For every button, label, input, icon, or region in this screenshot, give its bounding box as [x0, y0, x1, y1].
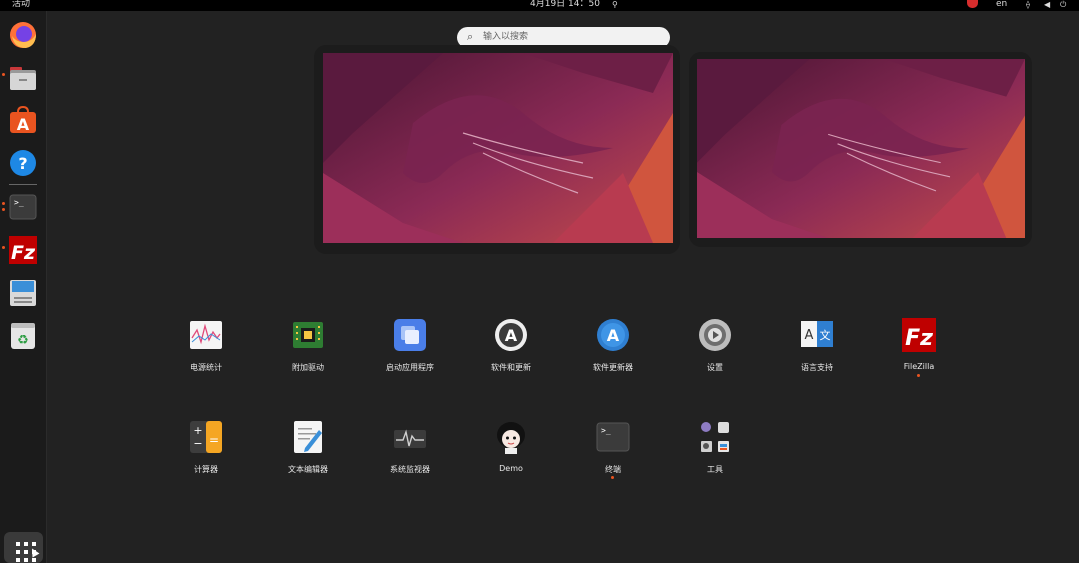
- wallpaper-thumbnail: [697, 59, 1025, 238]
- svg-text:>_: >_: [601, 426, 611, 435]
- software-updater-icon: A: [596, 318, 630, 352]
- app-label: 计算器: [194, 465, 218, 474]
- app-filezilla[interactable]: Fz FileZilla: [874, 318, 964, 388]
- svg-text:文: 文: [820, 328, 831, 342]
- app-label: 设置: [707, 363, 723, 372]
- running-indicator: [611, 476, 614, 479]
- running-indicator: [2, 246, 5, 249]
- app-system-monitor[interactable]: 系统监视器: [365, 420, 455, 490]
- app-text-editor[interactable]: 文本编辑器: [263, 420, 353, 490]
- power-statistics-icon: [189, 318, 223, 352]
- network-icon[interactable]: ⟠: [1026, 0, 1030, 9]
- save-disk-icon[interactable]: [8, 278, 38, 308]
- text-editor-icon: [291, 420, 325, 454]
- terminal-icon[interactable]: >_: [8, 192, 38, 222]
- app-label: 附加驱动: [292, 363, 324, 372]
- app-additional-drivers[interactable]: 附加驱动: [263, 318, 353, 388]
- app-utilities-folder[interactable]: 工具: [670, 420, 760, 490]
- svg-text:Fz: Fz: [905, 326, 933, 351]
- app-label: 软件和更新: [491, 363, 531, 372]
- top-bar: 活动 4月19日 14：50 ⚲ en ⟠ ◀ ⏻: [0, 0, 1079, 11]
- volume-icon[interactable]: ◀: [1044, 0, 1050, 9]
- app-label: 启动应用程序: [386, 363, 434, 372]
- svg-text:−: −: [193, 437, 202, 450]
- input-language-indicator[interactable]: en: [996, 0, 1007, 9]
- running-indicator: [2, 208, 5, 211]
- app-label: 工具: [707, 465, 723, 474]
- demo-avatar-icon: [494, 420, 528, 454]
- help-icon[interactable]: ?: [8, 148, 38, 178]
- system-monitor-icon: [393, 420, 427, 454]
- running-indicator: [2, 202, 5, 205]
- running-indicator: [2, 73, 5, 76]
- trash-icon[interactable]: ♻: [8, 321, 38, 351]
- calculator-icon: + − =: [189, 420, 223, 454]
- software-updates-icon: A: [494, 318, 528, 352]
- clock[interactable]: 4月19日 14：50: [530, 0, 600, 9]
- app-software-updater[interactable]: A 软件更新器: [568, 318, 658, 388]
- svg-text:A: A: [805, 328, 814, 343]
- search-input[interactable]: [483, 30, 658, 44]
- terminal-icon: >_: [596, 420, 630, 454]
- app-settings[interactable]: 设置: [670, 318, 760, 388]
- app-center-icon[interactable]: A: [8, 105, 38, 135]
- app-label: 文本编辑器: [288, 465, 328, 474]
- svg-text:=: =: [209, 433, 219, 447]
- app-power-statistics[interactable]: 电源统计: [161, 318, 251, 388]
- svg-text:A: A: [505, 326, 518, 345]
- utilities-folder-icon: [698, 420, 732, 454]
- search-icon: ⌕: [467, 30, 474, 43]
- power-icon[interactable]: ⏻: [1060, 0, 1066, 9]
- files-icon[interactable]: [8, 63, 38, 93]
- dock-separator: [9, 184, 37, 185]
- svg-text:A: A: [17, 115, 30, 134]
- svg-text:>_: >_: [14, 198, 24, 207]
- workspace-2[interactable]: [689, 52, 1032, 247]
- app-calculator[interactable]: + − = 计算器: [161, 420, 251, 490]
- additional-drivers-icon: [291, 318, 325, 352]
- app-label: 终端: [605, 465, 621, 474]
- language-support-icon: A 文: [800, 318, 834, 352]
- app-software-updates[interactable]: A 软件和更新: [466, 318, 556, 388]
- dock: A ? >_ Fz ♻: [0, 11, 47, 563]
- workspace-1[interactable]: [314, 45, 680, 254]
- app-label: 软件更新器: [593, 363, 633, 372]
- filezilla-icon: Fz: [902, 318, 936, 352]
- svg-text:A: A: [607, 326, 620, 345]
- firefox-icon[interactable]: [8, 20, 38, 50]
- running-indicator: [917, 374, 920, 377]
- app-label: FileZilla: [903, 362, 935, 371]
- wallpaper-thumbnail: [323, 53, 673, 243]
- startup-applications-icon: [393, 318, 427, 352]
- screen-record-icon[interactable]: [967, 0, 978, 8]
- activities-button[interactable]: 活动: [12, 0, 30, 9]
- filezilla-icon[interactable]: Fz: [8, 235, 38, 265]
- app-demo[interactable]: Demo: [466, 420, 556, 490]
- app-label: 系统监视器: [390, 465, 430, 474]
- app-label: 电源统计: [190, 363, 222, 372]
- show-applications-button[interactable]: [4, 532, 43, 563]
- svg-text:?: ?: [18, 154, 27, 173]
- svg-text:♻: ♻: [17, 333, 29, 348]
- app-language-support[interactable]: A 文 语言支持: [772, 318, 862, 388]
- app-label: 语言支持: [801, 363, 833, 372]
- svg-text:+: +: [193, 424, 202, 437]
- app-startup-applications[interactable]: 启动应用程序: [365, 318, 455, 388]
- notification-icon[interactable]: ⚲: [612, 0, 618, 9]
- app-terminal[interactable]: >_ 终端: [568, 420, 658, 490]
- settings-icon: [698, 318, 732, 352]
- svg-text:Fz: Fz: [11, 242, 36, 264]
- app-label: Demo: [499, 464, 523, 473]
